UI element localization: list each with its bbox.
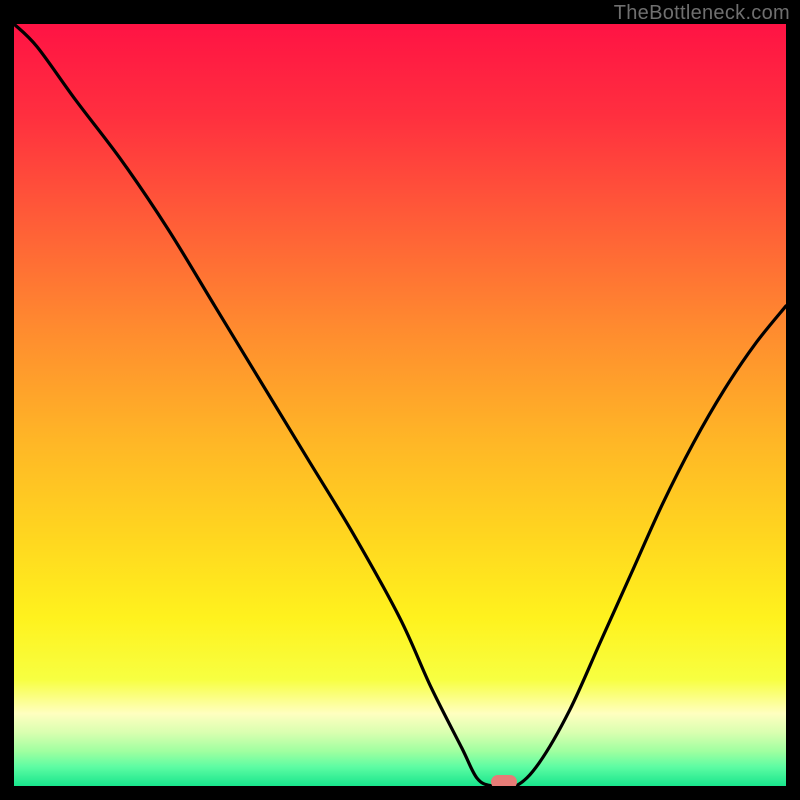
optimal-marker xyxy=(491,775,517,786)
bottleneck-curve xyxy=(14,24,786,786)
attribution-text: TheBottleneck.com xyxy=(614,2,790,25)
plot-area xyxy=(14,24,786,786)
chart-frame: TheBottleneck.com xyxy=(0,0,800,800)
